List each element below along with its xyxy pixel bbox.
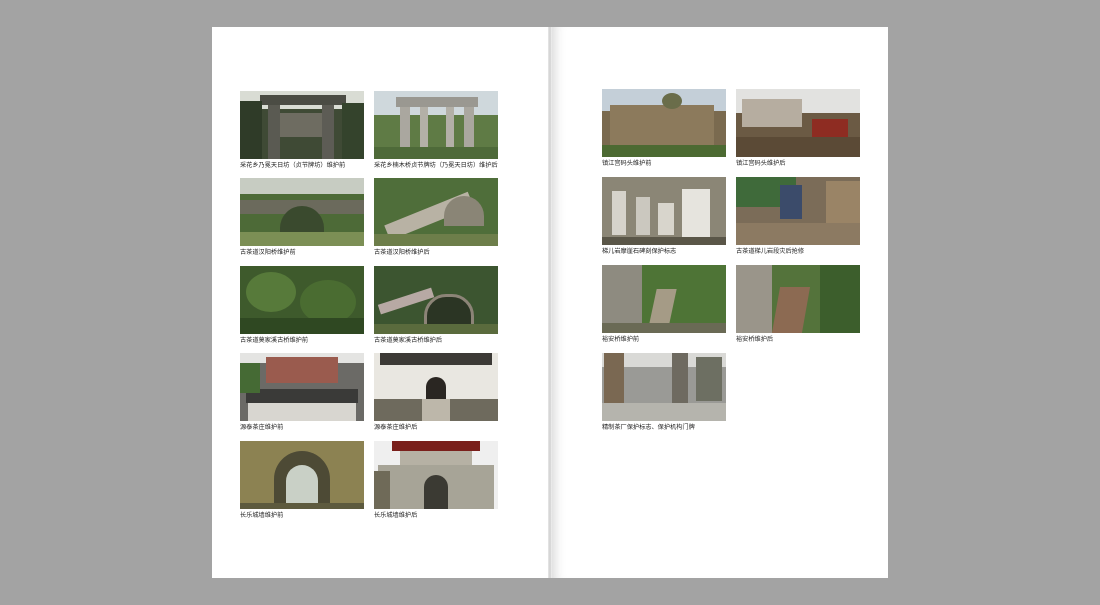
figure-photo: 长乐城墙维护后 xyxy=(374,441,498,520)
figure-caption: 采花乡乃冕天日坊（贞节牌坊）维护前 xyxy=(240,162,346,169)
figure-photo: 长乐城墙维护前 xyxy=(240,441,364,520)
figure-photo: 采花乡楠木桥贞节牌坊（乃冕天日坊）维护后 xyxy=(374,91,498,170)
photo-city-wall-after xyxy=(374,441,498,509)
photo-archway-before xyxy=(240,91,364,159)
photo-archway-after xyxy=(374,91,498,159)
photo-bridge-after xyxy=(374,178,498,246)
figure-photo: 裕安桥维护后 xyxy=(736,265,860,344)
figure-photo: 古茶道莫家溪古桥维护后 xyxy=(374,266,498,345)
figure-caption: 梯儿岩摩崖石碑刻保护标志 xyxy=(602,248,677,255)
figure-caption: 古茶道莫家溪古桥维护前 xyxy=(240,337,309,344)
figure-photo: 精制茶厂保护标志、保护机构门牌 xyxy=(602,353,726,432)
photo-wharf-after xyxy=(736,89,860,157)
figure-caption: 长乐城墙维护后 xyxy=(374,512,418,519)
figure-caption: 采花乡楠木桥贞节牌坊（乃冕天日坊）维护后 xyxy=(374,162,498,169)
figure-caption: 裕安桥维护后 xyxy=(736,336,774,343)
photo-wharf-before xyxy=(602,89,726,157)
figure-caption: 精制茶厂保护标志、保护机构门牌 xyxy=(602,424,695,431)
figure-photo: 古茶道汉阳桥维护前 xyxy=(240,178,364,257)
figure-photo: 采花乡乃冕天日坊（贞节牌坊）维护前 xyxy=(240,91,364,170)
figure-caption: 源泰茶庄维护前 xyxy=(240,424,284,431)
figure-photo: 古茶道梯儿岩段灾后抢修 xyxy=(736,177,860,256)
photo-yuan-bridge-before xyxy=(602,265,726,333)
photo-repair-work xyxy=(736,177,860,245)
photo-tea-house-before xyxy=(240,353,364,421)
figure-caption: 古茶道汉阳桥维护前 xyxy=(240,249,296,256)
photo-creek-bridge-before xyxy=(240,266,364,334)
photo-tea-factory-gate xyxy=(602,353,726,421)
figure-caption: 源泰茶庄维护后 xyxy=(374,424,418,431)
figure-photo: 镇江宫码头维护前 xyxy=(602,89,726,168)
figure-photo: 源泰茶庄维护后 xyxy=(374,353,498,432)
figure-caption: 古茶道梯儿岩段灾后抢修 xyxy=(736,248,805,255)
figure-photo: 裕安桥维护前 xyxy=(602,265,726,344)
book-gutter xyxy=(548,27,552,578)
photo-yuan-bridge-after xyxy=(736,265,860,333)
photo-tea-house-after xyxy=(374,353,498,421)
photo-steles xyxy=(602,177,726,245)
figure-caption: 镇江宫码头维护前 xyxy=(602,160,652,167)
figure-photo: 梯儿岩摩崖石碑刻保护标志 xyxy=(602,177,726,256)
figure-photo: 源泰茶庄维护前 xyxy=(240,353,364,432)
figure-photo: 古茶道汉阳桥维护后 xyxy=(374,178,498,257)
figure-photo: 镇江宫码头维护后 xyxy=(736,89,860,168)
figure-caption: 镇江宫码头维护后 xyxy=(736,160,786,167)
photo-bridge-before xyxy=(240,178,364,246)
photo-city-wall-before xyxy=(240,441,364,509)
photo-creek-bridge-after xyxy=(374,266,498,334)
figure-caption: 古茶道莫家溪古桥维护后 xyxy=(374,337,443,344)
figure-caption: 长乐城墙维护前 xyxy=(240,512,284,519)
figure-caption: 裕安桥维护前 xyxy=(602,336,640,343)
figure-caption: 古茶道汉阳桥维护后 xyxy=(374,249,430,256)
figure-photo: 古茶道莫家溪古桥维护前 xyxy=(240,266,364,345)
